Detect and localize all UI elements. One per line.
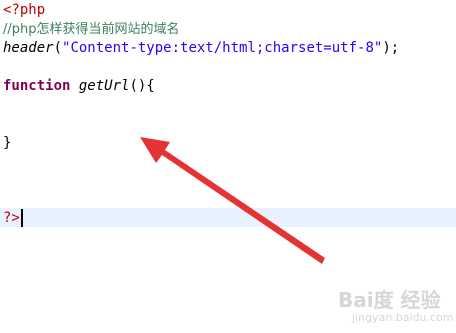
red-arrow-icon [140, 137, 325, 264]
baidu-jingyan-watermark: Bai度 经验 [338, 288, 441, 312]
watermark-url: jingyan.baidu.com [352, 311, 454, 324]
